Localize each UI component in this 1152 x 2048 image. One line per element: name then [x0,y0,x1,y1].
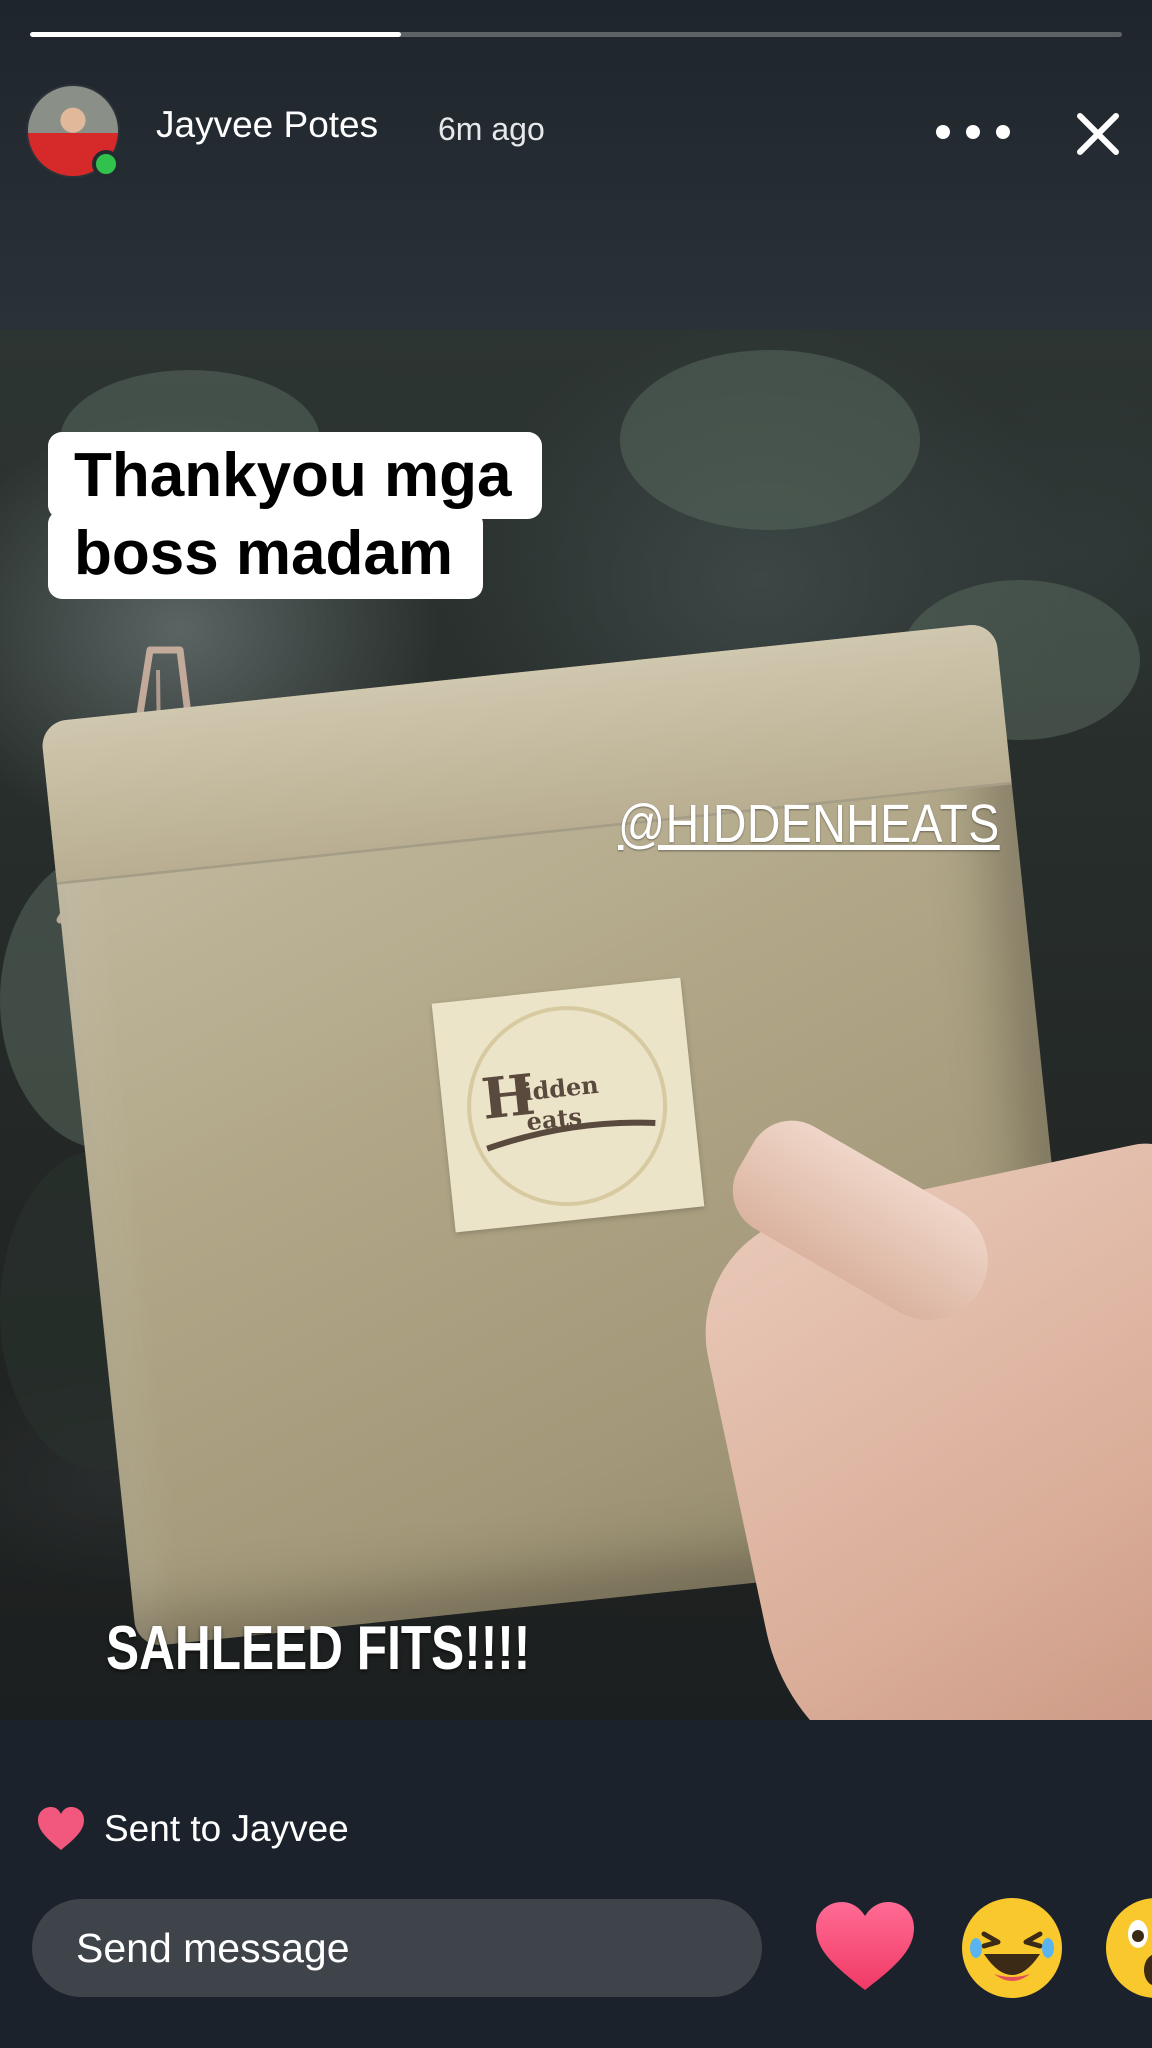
more-options-button[interactable] [936,112,1010,152]
more-icon [966,125,980,139]
story-header-background [0,0,1152,330]
svg-text:idden: idden [522,1070,600,1107]
heart-icon [38,1807,84,1850]
story-timestamp: 6m ago [438,111,545,147]
more-icon [996,125,1010,139]
sent-status-text: Sent to Jayvee [104,1808,349,1849]
heart-reaction-button[interactable] [812,1898,918,1994]
foliage [620,350,920,530]
send-message-input[interactable] [32,1899,762,1997]
wow-emoji-icon[interactable] [1104,1896,1152,2000]
story-progress-fill [30,32,402,37]
online-status-dot [92,150,120,178]
caption-line-1: Thankyou mga [48,432,542,520]
close-button[interactable] [1070,106,1126,162]
laughing-emoji-icon[interactable] [960,1896,1064,2000]
story-media[interactable]: H idden eats Thankyou mga boss madam @HI… [0,330,1152,1720]
overlay-text: SAHLEED FITS!!!! [106,1614,531,1683]
more-icon [936,125,950,139]
author-name[interactable]: Jayvee Potes [156,104,378,146]
mention-tag[interactable]: @HIDDENHEATS [618,793,1000,855]
brand-sticker: H idden eats [431,977,705,1233]
story-progress-bar [30,32,1122,37]
close-icon [1077,113,1119,155]
caption-line-2: boss madam [48,510,484,600]
